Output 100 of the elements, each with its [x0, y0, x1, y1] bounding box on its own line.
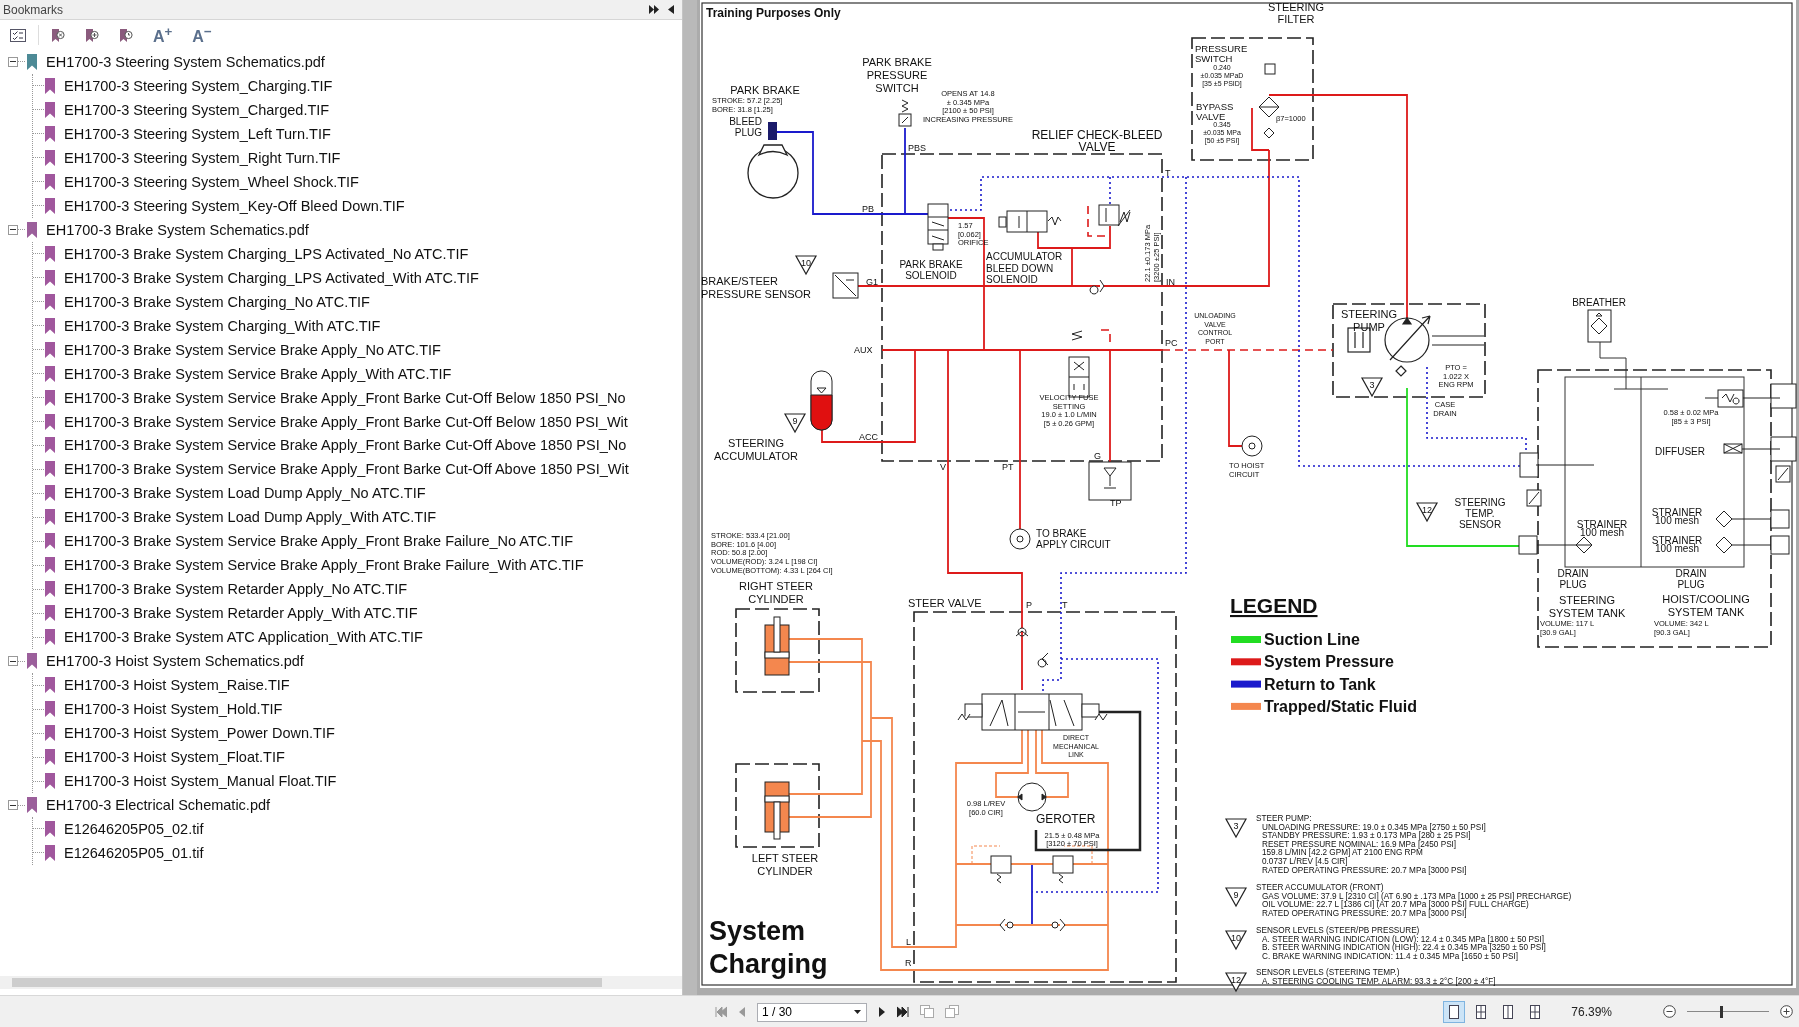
bookmark-item[interactable]: EH1700-3 Electrical Schematic.pdf	[46, 797, 271, 813]
bookmark-item[interactable]: EH1700-3 Brake System Retarder Apply_With ATC.TIF	[64, 605, 418, 622]
last-page-icon[interactable]	[897, 1005, 909, 1018]
bookmark-icon	[45, 389, 55, 406]
view-mode-button[interactable]	[1443, 1000, 1466, 1023]
bookmark-item[interactable]: EH1700-3 Hoist System_Manual Float.TIF	[64, 773, 337, 790]
bookmark-icon	[45, 269, 55, 286]
accumulator-icon	[810, 370, 833, 431]
collapse-arrow-icon[interactable]	[668, 5, 674, 14]
diagram-label: RELIEF CHECK-BLEED VALVE	[1031, 128, 1163, 154]
collapse-toggle-icon[interactable]	[8, 656, 18, 667]
bookmark-item[interactable]: EH1700-3 Hoist System_Float.TIF	[64, 749, 285, 766]
diagram-label: STEERING PUMP	[1340, 308, 1398, 333]
bookmark-icon	[45, 629, 55, 646]
font-size-button[interactable]: A$^{−}$	[192, 23, 212, 47]
port-label: R	[905, 958, 912, 968]
legend-title: LEGEND	[1230, 594, 1318, 617]
bookmark-icon	[45, 341, 55, 358]
diagram-label: STEERING FILTER	[1267, 1, 1325, 25]
collapse-toggle-icon[interactable]	[8, 224, 18, 235]
port-label: T	[1062, 600, 1068, 610]
bookmark-icon	[45, 773, 55, 790]
legend-label: Trapped/Static Fluid	[1264, 697, 1417, 715]
bookmark-icon	[45, 725, 55, 742]
bookmark-item[interactable]: EH1700-3 Brake System Service Brake Apply_No ATC.TIF	[64, 341, 441, 358]
zoom-out-icon[interactable]	[1663, 1005, 1676, 1018]
bookmark-item[interactable]: EH1700-3 Steering System_Charged.TIF	[64, 101, 330, 118]
bookmark-item[interactable]: EH1700-3 Brake System Service Brake Apply_Front Barke Cut-Off Above 1850 PSI_No	[64, 437, 627, 454]
font-size-button[interactable]: A$^{+}$	[153, 23, 173, 47]
bookmark-item[interactable]: EH1700-3 Brake System Service Brake Apply_Front Barke Cut-Off Above 1850 PSI_Wit	[64, 461, 629, 478]
bookmark-icon	[45, 461, 55, 478]
diagram-label: PRESSURE SWITCH	[1195, 43, 1248, 64]
bookmark-item[interactable]: EH1700-3 Steering System_Left Turn.TIF	[64, 125, 331, 142]
bookmark-item[interactable]: EH1700-3 Brake System Load Dump Apply_With ATC.TIF	[64, 509, 437, 526]
bookmark-icon	[45, 677, 55, 694]
bookmark-add-icon[interactable]	[85, 27, 99, 43]
bookmark-item[interactable]: EH1700-3 Steering System_Right Turn.TIF	[64, 149, 341, 166]
diagram-label: PARK BRAKE SOLENOID	[899, 259, 963, 281]
diagram-label: PARK BRAKE	[730, 84, 800, 96]
port-label: IN	[1166, 277, 1175, 287]
bookmark-item[interactable]: EH1700-3 Steering System Schematics.pdf	[46, 54, 325, 70]
page-number-field[interactable]: 1 / 30	[757, 1002, 867, 1022]
bookmark-item[interactable]: E12646205P05_01.tif	[64, 844, 204, 861]
bookmark-icon	[45, 173, 55, 190]
bookmark-icon	[45, 197, 55, 214]
page-layout-icon	[1501, 1004, 1516, 1019]
cylinder-icon	[764, 781, 790, 840]
page-layout-icon	[1447, 1004, 1462, 1019]
bookmark-item[interactable]: EH1700-3 Brake System Load Dump Apply_No ATC.TIF	[64, 485, 426, 502]
panel-title: Bookmarks	[3, 2, 64, 17]
bookmark-icon	[45, 509, 55, 526]
relief-valve-icon	[1098, 204, 1131, 227]
gerotor-icon	[1017, 782, 1047, 812]
bookmark-icon	[45, 101, 55, 118]
reference-triangle: 9	[1225, 887, 1247, 908]
brake-chamber-icon	[747, 144, 799, 199]
double-chevron-icon[interactable]	[649, 5, 659, 14]
port-label: PT	[1002, 462, 1014, 472]
bookmark-search-icon[interactable]	[119, 27, 133, 43]
bookmark-item[interactable]: EH1700-3 Hoist System_Hold.TIF	[64, 701, 283, 718]
slider-thumb[interactable]	[1720, 1005, 1724, 1018]
bookmark-item[interactable]: EH1700-3 Steering System_Wheel Shock.TIF	[64, 173, 359, 190]
zoom-in-icon[interactable]	[1780, 1005, 1793, 1018]
bookmark-icon	[45, 485, 55, 502]
bookmark-icon	[45, 149, 55, 166]
diagram-label: BLEED PLUG	[729, 116, 762, 138]
diagram-label: DRAIN PLUG	[1675, 568, 1707, 590]
checklist-icon[interactable]	[10, 28, 26, 42]
diagram-label: BRAKE/STEER PRESSURE SENSOR	[701, 275, 812, 300]
bookmark-item[interactable]: EH1700-3 Hoist System Schematics.pdf	[46, 653, 304, 670]
bookmark-item[interactable]: EH1700-3 Brake System Charging_No ATC.TIF	[64, 293, 370, 310]
bookmark-item[interactable]: EH1700-3 Brake System Charging_LPS Activated_With ATC.TIF	[64, 269, 479, 286]
bookmark-item[interactable]: EH1700-3 Brake System Service Brake Apply_Front Brake Failure_No ATC.TIF	[64, 533, 574, 550]
bookmark-item[interactable]: EH1700-3 Hoist System_Power Down.TIF	[64, 725, 335, 742]
bookmark-delete-icon[interactable]	[51, 27, 65, 43]
caret-icon[interactable]	[854, 1010, 861, 1014]
bookmark-item[interactable]: EH1700-3 Brake System Retarder Apply_No ATC.TIF	[64, 581, 408, 598]
bookmark-icon	[45, 533, 55, 550]
horizontal-scrollbar[interactable]	[0, 976, 682, 989]
bookmark-item[interactable]: EH1700-3 Steering System_Charging.TIF	[64, 77, 333, 94]
page-notice: Training Purposes Only	[706, 6, 841, 20]
diagram-label: PARK BRAKE PRESSURE SWITCH	[862, 56, 932, 94]
bookmark-item[interactable]: EH1700-3 Brake System Charging_LPS Activated_No ATC.TIF	[64, 245, 469, 262]
bookmark-item[interactable]: EH1700-3 Steering System_Key-Off Bleed Down.TIF	[64, 197, 405, 214]
reference-triangle: 12	[1416, 502, 1438, 523]
collapse-toggle-icon[interactable]	[8, 800, 18, 810]
collapse-toggle-icon[interactable]	[8, 57, 18, 67]
bookmark-item[interactable]: E12646205P05_02.tif	[64, 821, 204, 837]
diagram-label: STRAINER 100 mesh	[1651, 507, 1703, 526]
bookmark-item[interactable]: EH1700-3 Brake System ATC Application_With ATC.TIF	[64, 629, 423, 646]
bookmark-item[interactable]: EH1700-3 Brake System Service Brake Apply_Front Barke Cut-Off Below 1850 PSI_No	[64, 389, 626, 406]
bookmark-item[interactable]: EH1700-3 Brake System Charging_With ATC.TIF	[64, 317, 381, 334]
next-page-icon[interactable]	[878, 1005, 886, 1018]
spool-valve-icon	[957, 693, 1142, 852]
bookmark-item[interactable]: EH1700-3 Hoist System_Raise.TIF	[64, 677, 290, 694]
bookmark-item[interactable]: EH1700-3 Brake System Service Brake Apply_Front Brake Failure_With ATC.TIF	[64, 557, 584, 574]
bookmark-item[interactable]: EH1700-3 Brake System Service Brake Apply_With ATC.TIF	[64, 365, 452, 382]
bookmark-item[interactable]: EH1700-3 Brake System Schematics.pdf	[46, 221, 309, 238]
bookmark-item[interactable]: EH1700-3 Brake System Service Brake Apply_Front Barke Cut-Off Below 1850 PSI_Wit	[64, 413, 628, 430]
port-label: PB	[862, 204, 874, 214]
